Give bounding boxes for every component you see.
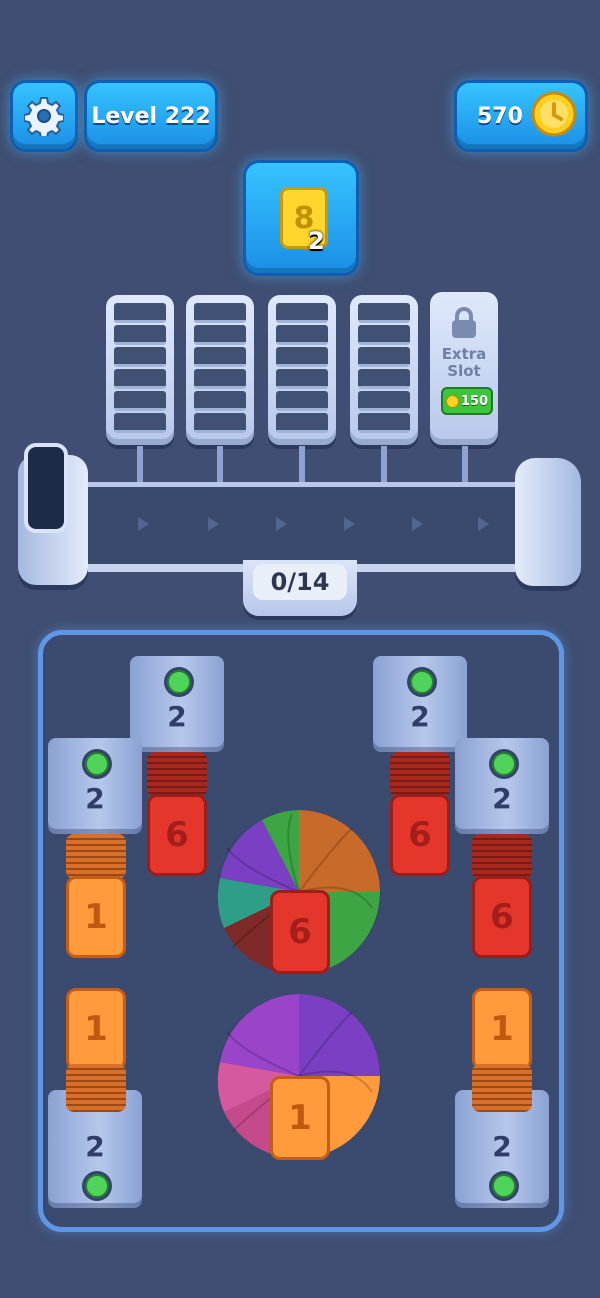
dispenser-top-right[interactable]: 2 xyxy=(373,656,467,752)
extra-slot[interactable]: Extra Slot 150 xyxy=(430,292,498,445)
dispenser-right[interactable]: 2 xyxy=(455,738,549,834)
slot-4[interactable] xyxy=(350,295,418,445)
dispenser-count: 2 xyxy=(492,1130,512,1163)
card-number: 1 xyxy=(84,1009,108,1049)
extra-slot-cost: 150 xyxy=(460,393,489,409)
card-number: 6 xyxy=(490,897,514,937)
card-number: 6 xyxy=(408,815,432,855)
conveyor-left-end xyxy=(18,443,88,585)
slot-pipe xyxy=(137,446,143,484)
slot-3[interactable] xyxy=(268,295,336,445)
slot-2[interactable] xyxy=(186,295,254,445)
dispenser-count: 2 xyxy=(85,782,105,815)
progress-text: 0/14 xyxy=(270,568,330,596)
slot-pipe xyxy=(299,446,305,484)
dispenser-count: 2 xyxy=(85,1130,105,1163)
card-stack[interactable] xyxy=(147,752,207,797)
level-badge: Level 222 xyxy=(84,80,218,152)
card-number: 6 xyxy=(288,912,312,952)
stack-top-left-card[interactable]: 6 xyxy=(147,794,207,876)
stack-left-card[interactable]: 1 xyxy=(66,876,126,958)
target-card-panel: 8 2 xyxy=(243,160,359,276)
settings-button[interactable] xyxy=(10,80,78,152)
card-stack[interactable] xyxy=(390,752,450,797)
card-stack[interactable] xyxy=(472,1064,532,1112)
target-card-count: 2 xyxy=(308,227,325,255)
slot-pipe xyxy=(462,446,468,484)
stack-bottom-right-card[interactable]: 1 xyxy=(472,988,532,1070)
slot-pipe xyxy=(217,446,223,484)
extra-slot-label: Extra Slot xyxy=(430,346,498,380)
card-number: 6 xyxy=(165,815,189,855)
extra-slot-label-line2: Slot xyxy=(447,362,481,380)
dispenser-count: 2 xyxy=(410,700,430,733)
conveyor-belt xyxy=(60,482,550,572)
extra-slot-label-line1: Extra xyxy=(441,345,487,363)
dispenser-count: 2 xyxy=(167,700,187,733)
card-stack[interactable] xyxy=(472,834,532,879)
conveyor-progress: 0/14 xyxy=(243,560,357,616)
dispenser-count: 2 xyxy=(492,782,512,815)
fan-bottom-card[interactable]: 1 xyxy=(270,1076,330,1160)
coin-icon xyxy=(531,91,577,137)
coin-icon xyxy=(445,394,459,408)
stack-bottom-left-card[interactable]: 1 xyxy=(66,988,126,1070)
coins-badge[interactable]: 570 xyxy=(454,80,588,152)
conveyor-right-end xyxy=(515,458,581,586)
fan-top-card[interactable]: 6 xyxy=(270,890,330,974)
card-stack[interactable] xyxy=(66,834,126,879)
card-number: 1 xyxy=(288,1098,312,1138)
gear-icon xyxy=(24,97,64,136)
dispenser-left[interactable]: 2 xyxy=(48,738,142,834)
extra-slot-cost-button[interactable]: 150 xyxy=(441,387,493,415)
card-number: 1 xyxy=(490,1009,514,1049)
card-number: 1 xyxy=(84,897,108,937)
stack-top-right-card[interactable]: 6 xyxy=(390,794,450,876)
slot-1[interactable] xyxy=(106,295,174,445)
dispenser-top-left[interactable]: 2 xyxy=(130,656,224,752)
slot-pipe xyxy=(381,446,387,484)
stack-right-card[interactable]: 6 xyxy=(472,876,532,958)
coins-value: 570 xyxy=(477,103,523,129)
card-stack[interactable] xyxy=(66,1064,126,1112)
level-label: Level 222 xyxy=(91,103,211,129)
lock-icon xyxy=(452,307,476,338)
